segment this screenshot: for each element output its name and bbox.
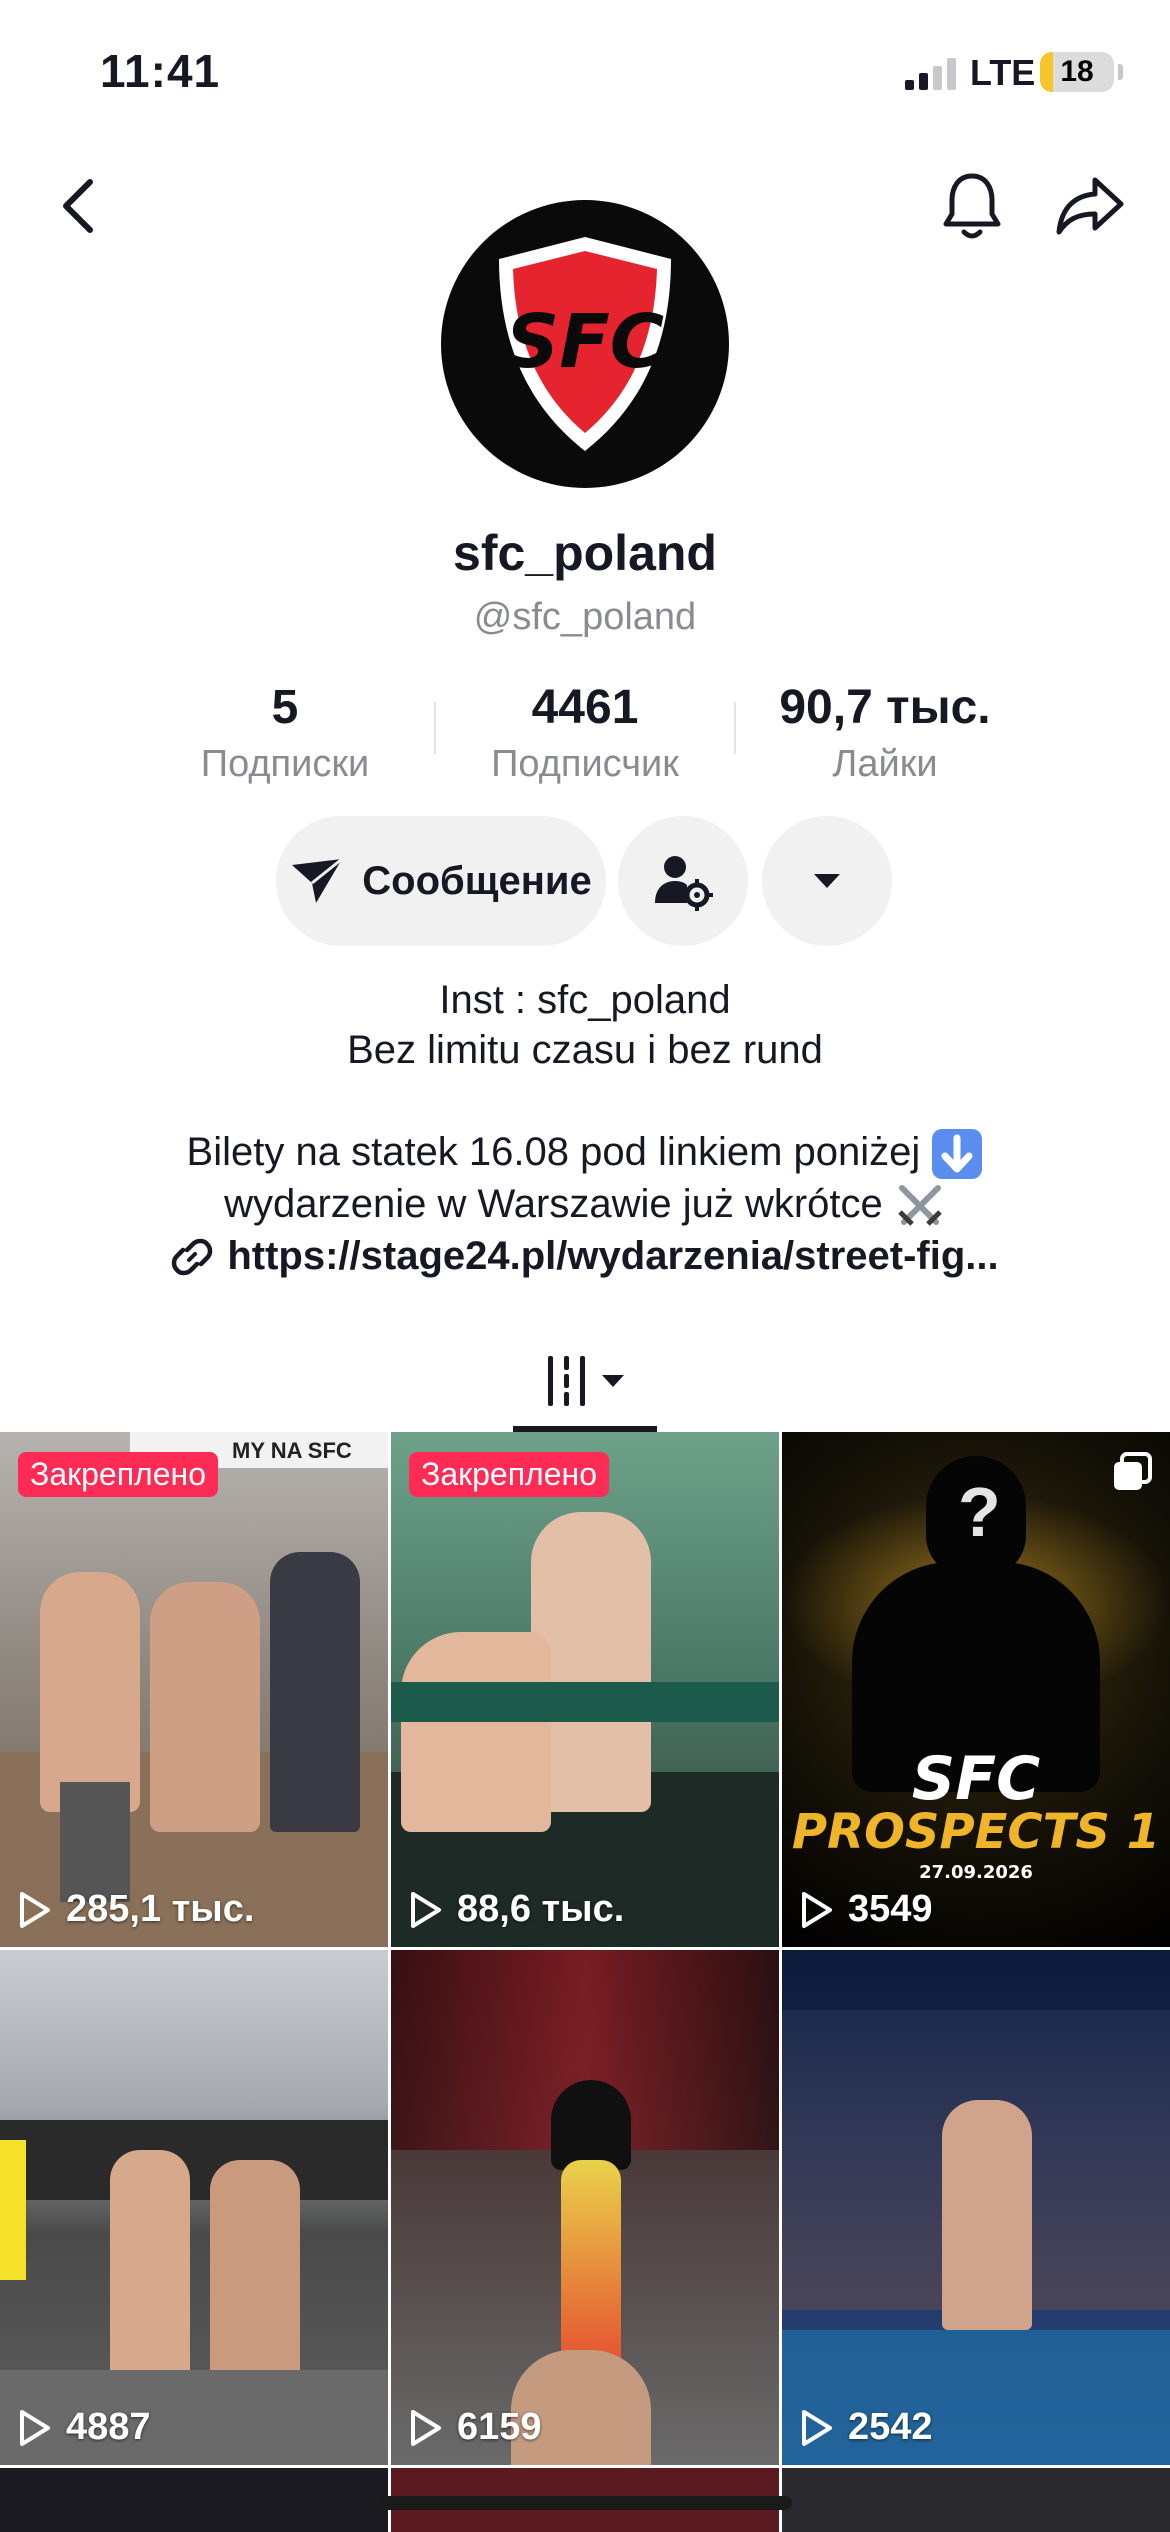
view-count-text: 4887: [66, 2406, 151, 2448]
user-gear-icon: [655, 856, 713, 911]
bell-icon: [943, 173, 1001, 239]
send-icon: [292, 857, 344, 903]
stat-likes[interactable]: 90,7 тыс. Лайки: [735, 680, 1035, 786]
view-count-text: 2542: [848, 2406, 933, 2448]
view-count: 6159: [409, 2406, 542, 2449]
view-count-text: 6159: [457, 2406, 542, 2448]
avatar-logo-text: SFC: [506, 299, 664, 385]
view-count: 2542: [800, 2406, 933, 2449]
message-button[interactable]: Сообщение: [276, 816, 606, 946]
view-count-text: 88,6 тыс.: [457, 1888, 625, 1930]
back-button[interactable]: [38, 166, 118, 246]
notification-bell-button[interactable]: [932, 166, 1012, 246]
video-tile[interactable]: ? SFC PROSPECTS 1 27.09.2026 3549: [782, 1432, 1170, 1947]
pinned-badge: Закреплено: [409, 1452, 609, 1497]
caret-down-icon: [602, 1375, 624, 1387]
poster-subtitle: PROSPECTS 1: [791, 1804, 1161, 1860]
video-tile[interactable]: 6159: [391, 1950, 779, 2465]
bio-promo-text: Bilety na statek 16.08 pod linkiem poniż…: [186, 1130, 921, 1174]
signal-icon: [905, 58, 956, 90]
status-time: 11:41: [100, 45, 221, 97]
stat-value: 90,7 тыс.: [779, 681, 991, 734]
video-grid: MY NA SFC Закреплено 285,1 тыс. Закрепле…: [0, 1432, 1170, 2532]
video-tile[interactable]: MY NA SFC Закреплено 285,1 тыс.: [0, 1432, 388, 1947]
stat-label: Подписчик: [491, 743, 679, 785]
view-count-text: 285,1 тыс.: [66, 1888, 255, 1930]
play-icon: [20, 2409, 50, 2446]
play-icon: [411, 1891, 441, 1928]
battery-icon: 18: [1040, 52, 1114, 92]
video-overlay-text: MY NA SFC: [232, 1438, 352, 1463]
status-bar: 11:41 LTE 18: [0, 0, 1170, 140]
battery-level: 18: [1060, 55, 1094, 88]
stat-label: Подписки: [200, 743, 370, 785]
more-options-button[interactable]: [762, 816, 892, 946]
home-indicator[interactable]: [378, 2496, 792, 2510]
down-arrow-emoji-icon: [932, 1129, 983, 1180]
stat-label: Лайки: [832, 743, 938, 785]
profile-stats: 5 Подписки 4461 Подписчик 90,7 тыс. Лайк…: [135, 680, 1035, 790]
bio-link-text: https://stage24.pl/wydarzenia/street-fig…: [227, 1234, 999, 1278]
profile-avatar[interactable]: SFC: [441, 200, 729, 488]
view-count: 3549: [800, 1888, 933, 1931]
video-tile[interactable]: 2542: [782, 1950, 1170, 2465]
user-handle: @sfc_poland: [473, 596, 697, 638]
display-name: sfc_poland: [453, 525, 717, 581]
sfc-logo: SFC: [499, 237, 671, 451]
video-tile[interactable]: [0, 2468, 388, 2532]
bio-promo-line: wydarzenie w Warszawie już wkrótce: [0, 1178, 1170, 1232]
bio-line: Bez limitu czasu i bez rund: [347, 1028, 823, 1072]
stat-following[interactable]: 5 Подписки: [135, 680, 435, 786]
stat-followers[interactable]: 4461 Подписчик: [435, 680, 735, 786]
videos-grid-icon: [548, 1356, 585, 1406]
stat-value: 5: [271, 681, 299, 734]
message-button-label: Сообщение: [362, 858, 592, 903]
tab-videos[interactable]: [513, 1330, 657, 1432]
poster-date: 27.09.2026: [919, 1862, 1033, 1883]
network-type: LTE: [970, 52, 1036, 93]
play-icon: [411, 2409, 441, 2446]
pinned-badge: Закреплено: [18, 1452, 218, 1497]
view-count-text: 3549: [848, 1888, 933, 1930]
battery-nub: [1118, 64, 1123, 80]
multi-image-icon: [1114, 1452, 1152, 1490]
play-icon: [802, 2409, 832, 2446]
video-tile[interactable]: [782, 2468, 1170, 2532]
stat-value: 4461: [531, 681, 639, 734]
share-arrow-icon: [1056, 177, 1124, 235]
bio-line: Inst : sfc_poland: [439, 978, 731, 1022]
bio-link[interactable]: https://stage24.pl/wydarzenia/street-fig…: [0, 1234, 1170, 1279]
bio-promo-line: Bilety na statek 16.08 pod linkiem poniż…: [0, 1126, 1170, 1180]
friend-settings-button[interactable]: [618, 816, 748, 946]
play-icon: [802, 1891, 832, 1928]
bio-promo-text: wydarzenie w Warszawie już wkrótce: [224, 1182, 883, 1226]
share-button[interactable]: [1050, 166, 1130, 246]
chevron-left-icon: [63, 179, 93, 233]
crossed-swords-emoji-icon: [898, 1185, 942, 1227]
video-tile[interactable]: Закреплено 88,6 тыс.: [391, 1432, 779, 1947]
view-count: 88,6 тыс.: [409, 1888, 624, 1931]
question-mark-icon: ?: [958, 1473, 1001, 1551]
link-icon: [172, 1238, 213, 1275]
video-tile[interactable]: 4887: [0, 1950, 388, 2465]
play-icon: [20, 1891, 50, 1928]
view-count: 285,1 тыс.: [18, 1888, 254, 1931]
view-count: 4887: [18, 2406, 151, 2449]
caret-down-icon: [814, 874, 840, 888]
